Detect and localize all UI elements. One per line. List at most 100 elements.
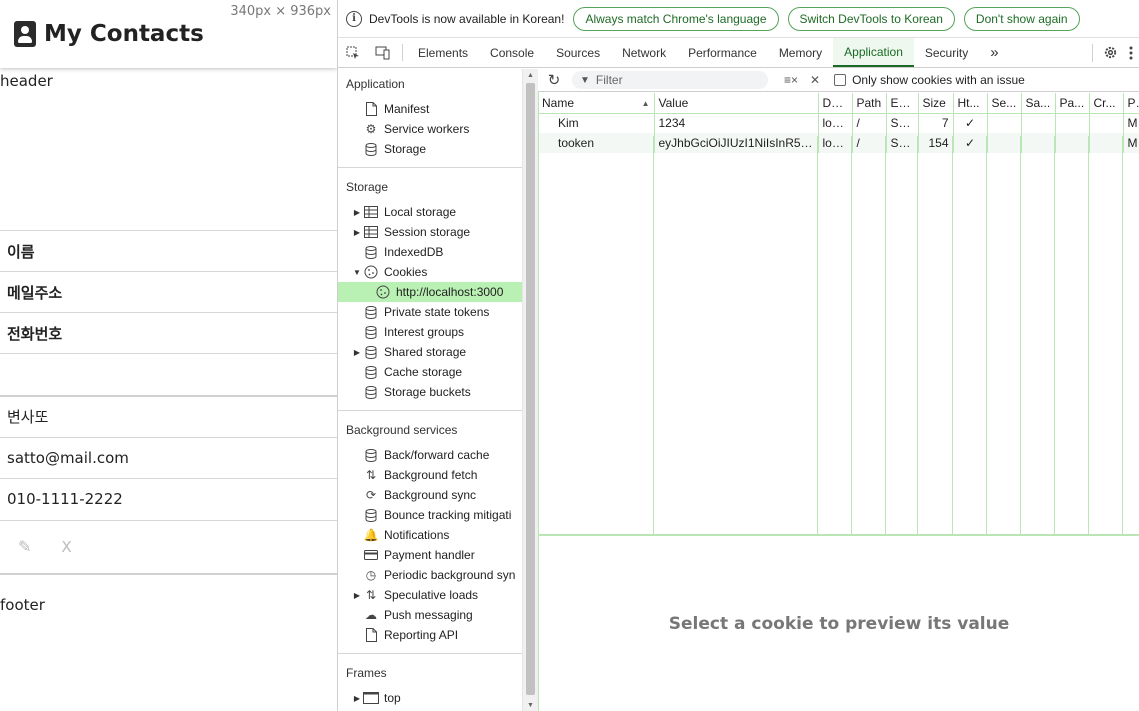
cookies-toolbar: ↻ ▼ Filter ≡× ✕ Only show cookies with a…: [538, 69, 1139, 92]
scroll-up-icon[interactable]: ▲: [526, 72, 535, 79]
sidebar-item-speculative-loads[interactable]: ▶ ⇅ Speculative loads: [338, 585, 522, 605]
sidebar-divider: [338, 167, 522, 168]
expand-arrow-icon[interactable]: ▶: [352, 591, 362, 600]
scroll-down-icon[interactable]: ▼: [526, 702, 535, 709]
refresh-icon[interactable]: ↻: [542, 71, 566, 89]
sidebar-item-background-fetch[interactable]: ⇅ Background fetch: [338, 465, 522, 485]
contact-email: satto@mail.com: [0, 437, 337, 478]
expand-arrow-icon[interactable]: ▶: [352, 348, 362, 357]
sidebar-item-label: Notifications: [384, 528, 450, 542]
sidebar-item-cookies[interactable]: ▼ Cookies: [338, 262, 522, 282]
sidebar-item-manifest[interactable]: Manifest: [338, 99, 522, 119]
sidebar-item-indexeddb[interactable]: IndexedDB: [338, 242, 522, 262]
sidebar-item-storage[interactable]: Storage: [338, 139, 522, 159]
column-header-name[interactable]: Name ▲: [538, 93, 655, 114]
more-options-icon[interactable]: [1123, 46, 1139, 60]
sidebar-item-service-workers[interactable]: ⚙ Service workers: [338, 119, 522, 139]
cookie-preview-message: Select a cookie to preview its value: [668, 613, 1010, 634]
label-email: 메일주소: [0, 271, 337, 312]
sidebar-item-reporting-api[interactable]: Reporting API: [338, 625, 522, 645]
sidebar-item-shared-storage[interactable]: ▶ Shared storage: [338, 342, 522, 362]
cookie-cell-path: /: [852, 113, 887, 133]
column-header-httponly[interactable]: Ht...: [953, 93, 988, 114]
sidebar-item-http-localhost-3000[interactable]: http://localhost:3000: [338, 282, 522, 302]
sidebar-item-notifications[interactable]: 🔔 Notifications: [338, 525, 522, 545]
tab-elements[interactable]: Elements: [407, 38, 479, 67]
inspect-element-icon[interactable]: [338, 38, 368, 67]
info-icon: i: [346, 10, 362, 27]
file-icon: [362, 102, 380, 116]
sidebar-item-label: Push messaging: [384, 608, 473, 622]
cookie-cell-secure: [987, 113, 1022, 133]
tab-sources[interactable]: Sources: [545, 38, 611, 67]
devtools-tabbar: Elements Console Sources Network Perform…: [338, 38, 1139, 68]
scrollbar-thumb[interactable]: [526, 83, 535, 695]
sidebar-item-payment-handler[interactable]: Payment handler: [338, 545, 522, 565]
tab-network[interactable]: Network: [611, 38, 677, 67]
expand-arrow-icon[interactable]: ▶: [352, 228, 362, 237]
grid-column-line: [817, 136, 818, 534]
column-header-samesite[interactable]: Sa...: [1021, 93, 1056, 114]
column-header-path[interactable]: Path: [852, 93, 887, 114]
sidebar-item-bounce-tracking-mitigati[interactable]: Bounce tracking mitigati: [338, 505, 522, 525]
delete-selected-icon[interactable]: ✕: [810, 73, 820, 87]
settings-gear-icon[interactable]: [1097, 45, 1123, 60]
cookie-cell-size: 7: [918, 113, 954, 133]
sidebar-item-storage-buckets[interactable]: Storage buckets: [338, 382, 522, 402]
tab-application[interactable]: Application: [833, 38, 914, 67]
only-issues-checkbox[interactable]: [834, 74, 847, 86]
label-name: 이름: [0, 230, 337, 271]
application-sidebar: Application Manifest ⚙ Service workers Stora…: [338, 69, 522, 711]
column-header-priority[interactable]: Pr: [1123, 93, 1139, 114]
column-header-secure[interactable]: Se...: [987, 93, 1022, 114]
switch-to-korean-button[interactable]: Switch DevTools to Korean: [787, 6, 955, 31]
sidebar-item-back-forward-cache[interactable]: Back/forward cache: [338, 445, 522, 465]
expand-arrow-icon[interactable]: ▼: [352, 268, 362, 277]
sidebar-item-cache-storage[interactable]: Cache storage: [338, 362, 522, 382]
sidebar-item-interest-groups[interactable]: Interest groups: [338, 322, 522, 342]
frame-icon: [362, 692, 380, 704]
column-header-cross-site[interactable]: Cr...: [1089, 93, 1124, 114]
grid-column-line: [1054, 136, 1055, 534]
more-tabs-icon[interactable]: »: [979, 38, 1009, 67]
sidebar-item-label: Storage: [384, 142, 427, 156]
contacts-page: My Contacts 340px × 936px header 이름 메일주소…: [0, 0, 337, 711]
clear-filtered-cookies-icon[interactable]: ≡×: [784, 73, 798, 87]
match-language-button[interactable]: Always match Chrome's language: [573, 6, 779, 31]
sidebar-item-top[interactable]: ▶ top: [338, 688, 522, 708]
tab-console[interactable]: Console: [479, 38, 545, 67]
tab-memory[interactable]: Memory: [768, 38, 833, 67]
expand-arrow-icon[interactable]: ▶: [352, 208, 362, 217]
device-toolbar-icon[interactable]: [368, 38, 398, 67]
column-header-expires[interactable]: Ex...: [886, 93, 919, 114]
sidebar-item-background-sync[interactable]: ⟳ Background sync: [338, 485, 522, 505]
sidebar-item-private-state-tokens[interactable]: Private state tokens: [338, 302, 522, 322]
filter-input[interactable]: ▼ Filter: [572, 71, 768, 89]
sidebar-item-label: Speculative loads: [384, 588, 479, 602]
header-text: header: [0, 72, 53, 90]
column-header-domain[interactable]: Do...: [818, 93, 853, 114]
column-header-size[interactable]: Size: [918, 93, 954, 114]
sidebar-item-periodic-background-syn[interactable]: ◷ Periodic background syn: [338, 565, 522, 585]
column-header-value[interactable]: Value: [654, 93, 819, 114]
column-header-partition[interactable]: Pa...: [1055, 93, 1090, 114]
tab-performance[interactable]: Performance: [677, 38, 768, 67]
database-icon: [362, 448, 380, 462]
tab-security[interactable]: Security: [914, 38, 979, 67]
sidebar-item-push-messaging[interactable]: ☁ Push messaging: [338, 605, 522, 625]
grid-column-line: [952, 136, 953, 534]
page-title: My Contacts: [44, 21, 204, 47]
database-icon: [362, 345, 380, 359]
sidebar-item-label: Cookies: [384, 265, 428, 279]
sidebar-item-session-storage[interactable]: ▶ Session storage: [338, 222, 522, 242]
cookie-cell-cross-site: [1089, 113, 1124, 133]
sidebar-item-local-storage[interactable]: ▶ Local storage: [338, 202, 522, 222]
contact-phone: 010-1111-2222: [0, 478, 337, 519]
edit-icon[interactable]: ✎: [18, 537, 31, 557]
dont-show-again-button[interactable]: Don't show again: [963, 6, 1080, 31]
delete-button[interactable]: X: [61, 538, 71, 556]
expand-arrow-icon[interactable]: ▶: [352, 694, 362, 703]
sidebar-scrollbar[interactable]: ▲ ▼: [522, 69, 538, 711]
viewport-dimension-label: 340px × 936px: [230, 4, 331, 19]
cookie-row[interactable]: Kim 1234 loc... / Se... 7 ✓ M: [538, 113, 1139, 133]
